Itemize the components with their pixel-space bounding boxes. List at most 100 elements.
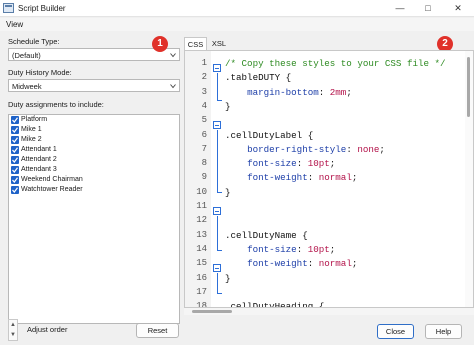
code-line: font-weight: normal;	[247, 258, 358, 270]
checkbox[interactable]	[11, 166, 19, 174]
code-line: font-size: 10pt;	[247, 158, 336, 170]
line-number: 17	[196, 286, 207, 297]
duty-history-value: Midweek	[12, 82, 42, 91]
line-number: 8	[201, 158, 207, 169]
line-number: 14	[196, 243, 207, 254]
fold-guide-end	[217, 293, 222, 294]
horizontal-scrollbar[interactable]	[184, 308, 474, 315]
vertical-scrollbar[interactable]	[465, 51, 473, 307]
fold-guide-end	[217, 192, 222, 193]
list-item-label: Mike 1	[21, 126, 42, 133]
fold-icon[interactable]	[213, 264, 221, 272]
line-number: 2	[201, 72, 207, 83]
scroll-thumb[interactable]	[467, 57, 470, 117]
checkbox[interactable]	[11, 156, 19, 164]
app-icon	[3, 3, 14, 13]
list-item[interactable]: Attendant 3	[9, 165, 179, 175]
title-bar: Script Builder — □ ✕	[0, 0, 474, 17]
line-number: 1	[201, 58, 207, 68]
tab-xsl[interactable]: XSL	[208, 37, 230, 50]
code-line: }	[225, 100, 231, 112]
list-item-label: Watchtower Reader	[21, 186, 83, 193]
close-button[interactable]: Close	[377, 324, 414, 339]
chevron-down-icon	[170, 53, 176, 58]
fold-icon[interactable]	[213, 64, 221, 72]
scroll-thumb[interactable]	[192, 310, 232, 313]
check-icon	[12, 137, 18, 143]
list-item[interactable]: Attendant 1	[9, 145, 179, 155]
code-line: .cellDutyHeading {	[225, 301, 325, 308]
fold-guide	[217, 73, 218, 100]
list-item-label: Attendant 1	[21, 146, 57, 153]
check-icon	[12, 167, 18, 173]
duty-history-label: Duty History Mode:	[8, 68, 72, 77]
code-line: border-right-style: none;	[247, 143, 385, 155]
line-number: 13	[196, 229, 207, 240]
list-item[interactable]: Mike 2	[9, 135, 179, 145]
duty-history-select[interactable]: Midweek	[8, 79, 180, 92]
check-icon	[12, 187, 18, 193]
close-window-icon[interactable]: ✕	[444, 0, 472, 16]
maximize-icon[interactable]: □	[414, 0, 442, 16]
line-number: 7	[201, 143, 207, 154]
menu-bar: View	[0, 18, 474, 31]
list-item-label: Weekend Chairman	[21, 176, 83, 183]
code-line: font-size: 10pt;	[247, 243, 336, 255]
code-editor[interactable]: 123456789101112131415161718192021/* Copy…	[184, 50, 474, 308]
code-line: font-weight: normal;	[247, 172, 358, 184]
list-item[interactable]: Mike 1	[9, 125, 179, 135]
code-line: /* Copy these styles to your CSS file */	[225, 58, 446, 69]
list-item-label: Mike 2	[21, 136, 42, 143]
list-item[interactable]: Platform	[9, 115, 179, 125]
fold-guide-end	[217, 100, 222, 101]
checkbox[interactable]	[11, 116, 19, 124]
move-up-icon[interactable]: ▲	[9, 320, 17, 330]
schedule-type-value: (Default)	[12, 51, 41, 60]
assignments-list[interactable]: Platform Mike 1 Mike 2 Attendant 1 Atten…	[8, 114, 180, 324]
line-number: 11	[196, 201, 207, 211]
line-number: 12	[196, 215, 207, 226]
line-number: 6	[201, 129, 207, 140]
code-line: }	[225, 272, 231, 284]
checkbox[interactable]	[11, 136, 19, 144]
check-icon	[12, 127, 18, 133]
code-line: .cellDutyName {	[225, 229, 308, 241]
window-title: Script Builder	[18, 4, 66, 13]
list-item[interactable]: Attendant 2	[9, 155, 179, 165]
line-number: 9	[201, 172, 207, 183]
assignments-label: Duty assignments to include:	[8, 100, 104, 109]
fold-icon[interactable]	[213, 121, 221, 129]
reset-button[interactable]: Reset	[136, 323, 179, 338]
line-number: 16	[196, 272, 207, 283]
checkbox[interactable]	[11, 146, 19, 154]
line-number: 3	[201, 86, 207, 97]
checkbox[interactable]	[11, 176, 19, 184]
list-item-label: Attendant 3	[21, 166, 57, 173]
line-number: 5	[201, 115, 207, 126]
fold-guide	[217, 273, 218, 293]
line-number: 18	[196, 301, 207, 308]
list-item[interactable]: Weekend Chairman	[9, 175, 179, 185]
line-number: 4	[201, 100, 207, 111]
line-number: 15	[196, 258, 207, 269]
list-item[interactable]: Watchtower Reader	[9, 185, 179, 195]
fold-guide	[217, 216, 218, 250]
fold-guide-end	[217, 250, 222, 251]
check-icon	[12, 147, 18, 153]
help-button[interactable]: Help	[425, 324, 462, 339]
check-icon	[12, 177, 18, 183]
move-down-icon[interactable]: ▼	[9, 330, 17, 340]
order-stepper[interactable]: ▲ ▼	[8, 319, 18, 341]
check-icon	[12, 157, 18, 163]
chevron-down-icon	[170, 84, 176, 89]
tab-css[interactable]: CSS	[184, 37, 207, 50]
checkbox[interactable]	[11, 126, 19, 134]
fold-guide	[217, 130, 218, 192]
menu-view[interactable]: View	[6, 20, 23, 29]
callout-badge-1: 1	[152, 36, 168, 52]
code-line: margin-bottom: 2mm;	[247, 86, 352, 98]
fold-icon[interactable]	[213, 207, 221, 215]
code-line: }	[225, 186, 231, 198]
checkbox[interactable]	[11, 186, 19, 194]
minimize-icon[interactable]: —	[386, 0, 414, 16]
